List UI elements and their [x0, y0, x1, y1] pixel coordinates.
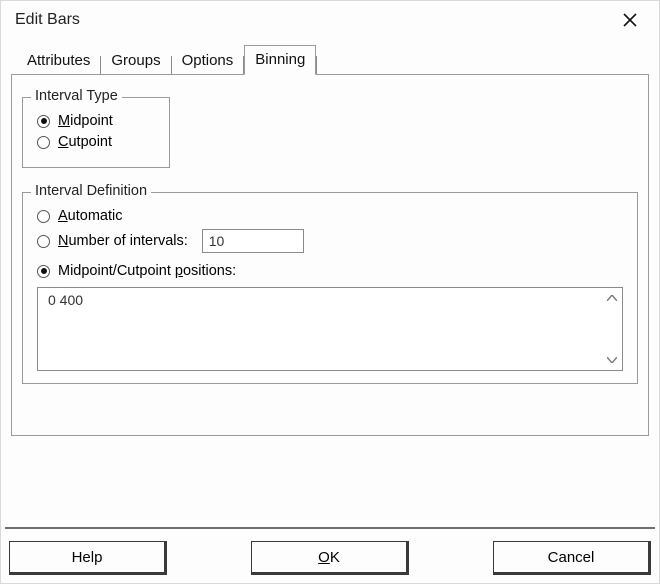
radio-label: Cutpoint	[58, 134, 112, 150]
help-button[interactable]: Help	[9, 541, 167, 575]
positions-textarea[interactable]: 0 400	[37, 287, 623, 371]
tab-groups[interactable]: Groups	[101, 47, 170, 74]
button-row: Help OK Cancel	[9, 541, 651, 575]
close-icon[interactable]	[611, 5, 649, 35]
edit-bars-dialog: Edit Bars Attributes Groups Options Binn…	[0, 0, 660, 584]
tab-strip: Attributes Groups Options Binning	[11, 45, 649, 74]
chevron-up-icon[interactable]	[605, 291, 619, 305]
radio-label: Midpoint/Cutpoint positions:	[58, 263, 236, 279]
groupbox-interval-definition: Interval Definition Automatic Number of …	[22, 192, 638, 384]
radio-icon	[37, 210, 50, 223]
dialog-body: Attributes Groups Options Binning Interv…	[11, 45, 649, 436]
groupbox-interval-type: Interval Type Midpoint Cutpoint	[22, 97, 170, 168]
titlebar: Edit Bars	[1, 1, 659, 39]
radio-label: Midpoint	[58, 113, 113, 129]
radio-label: Automatic	[58, 208, 122, 224]
radio-positions[interactable]: Midpoint/Cutpoint positions:	[37, 263, 623, 279]
groupbox-legend: Interval Definition	[31, 183, 151, 199]
radio-automatic[interactable]: Automatic	[37, 208, 623, 224]
ok-button[interactable]: OK	[251, 541, 409, 575]
radio-label: Number of intervals:	[58, 233, 188, 249]
tab-binning[interactable]: Binning	[244, 45, 316, 75]
radio-icon	[37, 136, 50, 149]
groupbox-legend: Interval Type	[31, 88, 122, 104]
radio-number-of-intervals[interactable]: Number of intervals:	[37, 229, 623, 253]
chevron-down-icon[interactable]	[605, 353, 619, 367]
separator	[5, 527, 655, 529]
number-of-intervals-input[interactable]	[202, 229, 304, 253]
tab-attributes[interactable]: Attributes	[17, 47, 100, 74]
positions-value: 0 400	[48, 292, 600, 308]
radio-cutpoint[interactable]: Cutpoint	[37, 134, 155, 150]
cancel-button[interactable]: Cancel	[493, 541, 651, 575]
radio-midpoint[interactable]: Midpoint	[37, 113, 155, 129]
radio-icon	[37, 235, 50, 248]
tab-separator	[316, 56, 317, 74]
radio-icon	[37, 115, 50, 128]
dialog-title: Edit Bars	[15, 11, 80, 29]
tab-panel-binning: Interval Type Midpoint Cutpoint Interval…	[11, 74, 649, 436]
tab-options[interactable]: Options	[172, 47, 244, 74]
radio-icon	[37, 265, 50, 278]
